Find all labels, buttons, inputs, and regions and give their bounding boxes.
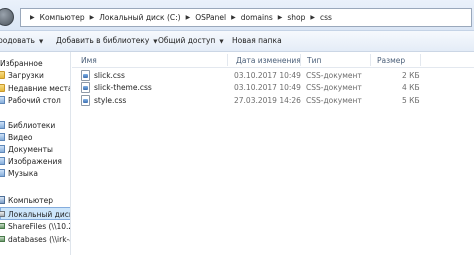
file-date: 03.10.2017 10:49: [234, 83, 301, 92]
breadcrumb-shop[interactable]: shop: [287, 13, 305, 22]
file-size: 4 КБ: [402, 83, 420, 92]
file-row-style-css[interactable]: style.css 27.03.2019 14:26 CSS-документ …: [72, 94, 474, 107]
nav-libraries-header[interactable]: Библиотеки: [0, 119, 55, 131]
column-header-type[interactable]: Тип: [307, 56, 321, 65]
nav-item-label: Документы: [8, 144, 53, 154]
nav-computer-header[interactable]: Компьютер: [0, 194, 53, 206]
file-name: slick.css: [94, 71, 125, 80]
nav-item-video[interactable]: Видео: [0, 131, 32, 143]
column-divider[interactable]: [300, 54, 301, 66]
breadcrumb-chevron-icon[interactable]: ▶: [90, 14, 95, 21]
file-date: 03.10.2017 10:49: [234, 71, 301, 80]
breadcrumb-chevron-icon[interactable]: ▶: [231, 14, 236, 21]
nav-item-documents[interactable]: Документы: [0, 143, 53, 155]
breadcrumb-local-disk[interactable]: Локальный диск (C:): [99, 13, 180, 22]
file-type: CSS-документ: [306, 96, 362, 105]
file-date: 27.03.2019 14:26: [234, 96, 301, 105]
favorites-label: Избранное: [0, 58, 43, 68]
nav-item-label: Музыка: [8, 168, 38, 178]
column-header-row: Имя Дата изменения Тип Размер: [72, 52, 474, 68]
nav-item-recent-places[interactable]: Недавние места: [0, 82, 71, 94]
breadcrumb-chevron-icon[interactable]: ▶: [186, 14, 191, 21]
nav-item-music[interactable]: Музыка: [0, 167, 38, 179]
chevron-down-icon: ▼: [38, 39, 44, 45]
nav-item-desktop[interactable]: Рабочий стол: [0, 94, 61, 106]
organize-button[interactable]: родовать ▼: [0, 36, 43, 45]
music-library-icon: [0, 169, 5, 177]
nav-item-label: Загрузки: [8, 70, 44, 80]
address-strip: ▶ Компьютер ▶ Локальный диск (C:) ▶ OSPa…: [0, 0, 474, 31]
breadcrumb-ospanel[interactable]: OSPanel: [195, 13, 226, 22]
desktop-icon: [0, 96, 5, 104]
file-list: Имя Дата изменения Тип Размер slick.css …: [72, 52, 474, 255]
file-name: slick-theme.css: [94, 83, 152, 92]
breadcrumb-chevron-icon[interactable]: ▶: [310, 14, 315, 21]
nav-favorites-header[interactable]: Избранное: [0, 57, 43, 69]
breadcrumb-css[interactable]: css: [320, 13, 332, 22]
file-type: CSS-документ: [306, 83, 362, 92]
network-drive-icon: [0, 223, 5, 229]
column-divider[interactable]: [370, 54, 371, 66]
css-file-icon: [81, 95, 90, 106]
video-library-icon: [0, 133, 5, 141]
recent-places-icon: [0, 84, 5, 92]
new-folder-button[interactable]: Новая папка: [232, 36, 282, 45]
nav-item-label: databases (\\irk-app: [8, 234, 70, 244]
hard-drive-icon: [0, 211, 5, 217]
downloads-folder-icon: [0, 71, 5, 79]
nav-item-images[interactable]: Изображения: [0, 155, 62, 167]
file-type: CSS-документ: [306, 71, 362, 80]
nav-item-label: Локальный диск (C: [8, 209, 70, 219]
breadcrumb-domains[interactable]: domains: [241, 13, 273, 22]
nav-item-local-disk[interactable]: Локальный диск (C: [0, 208, 70, 220]
nav-item-label: Изображения: [8, 156, 62, 166]
css-file-icon: [81, 82, 90, 93]
command-toolbar: родовать ▼ Добавить в библиотеку ▼ Общий д…: [0, 31, 474, 52]
add-to-library-label: Добавить в библиотеку: [56, 36, 150, 45]
back-button[interactable]: [0, 8, 14, 26]
nav-item-label: ShareFiles (\\10.209.: [8, 221, 70, 231]
chevron-down-icon: ▼: [219, 39, 224, 45]
documents-library-icon: [0, 145, 5, 153]
libraries-label: Библиотеки: [8, 120, 56, 130]
nav-item-sharefiles[interactable]: ShareFiles (\\10.209.: [0, 220, 70, 232]
nav-item-downloads[interactable]: Загрузки: [0, 69, 44, 81]
libraries-icon: [0, 121, 5, 129]
breadcrumb-computer[interactable]: Компьютер: [40, 13, 85, 22]
navigation-pane: Избранное Загрузки Недавние места Рабочи…: [0, 52, 71, 255]
css-file-icon: [81, 70, 90, 81]
address-bar[interactable]: ▶ Компьютер ▶ Локальный диск (C:) ▶ OSPa…: [20, 8, 472, 27]
nav-item-label: Видео: [8, 132, 33, 142]
add-to-library-button[interactable]: Добавить в библиотеку ▼: [56, 36, 158, 45]
file-name: style.css: [94, 96, 127, 105]
computer-label: Компьютер: [8, 195, 53, 205]
breadcrumb-chevron-icon[interactable]: ▶: [30, 14, 35, 21]
images-library-icon: [0, 157, 5, 165]
column-divider[interactable]: [420, 54, 421, 66]
share-button[interactable]: Общий доступ ▼: [158, 36, 224, 45]
column-header-name[interactable]: Имя: [81, 56, 97, 65]
nav-item-databases[interactable]: databases (\\irk-app: [0, 233, 70, 245]
computer-icon: [0, 196, 5, 204]
column-header-size[interactable]: Размер: [377, 56, 405, 65]
file-row-slick-theme-css[interactable]: slick-theme.css 03.10.2017 10:49 CSS-док…: [72, 81, 474, 94]
nav-item-label: Рабочий стол: [8, 95, 61, 105]
breadcrumb-chevron-icon[interactable]: ▶: [278, 14, 283, 21]
column-divider[interactable]: [227, 54, 228, 66]
file-size: 2 КБ: [402, 71, 420, 80]
column-header-date[interactable]: Дата изменения: [236, 56, 301, 65]
file-size: 5 КБ: [402, 96, 420, 105]
nav-item-label: Недавние места: [8, 83, 71, 93]
chevron-down-icon: ▼: [153, 39, 158, 45]
network-drive-icon: [0, 236, 5, 242]
organize-label: родовать: [0, 36, 35, 45]
share-label: Общий доступ: [158, 36, 216, 45]
